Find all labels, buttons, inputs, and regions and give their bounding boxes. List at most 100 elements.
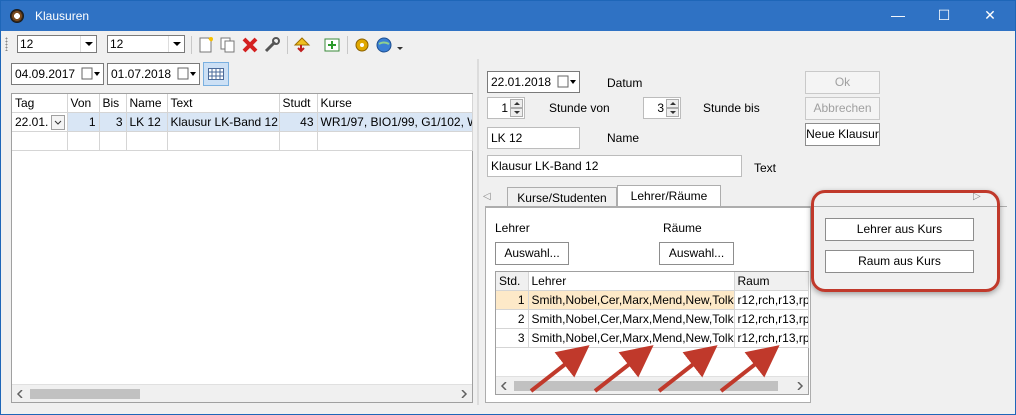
highlight-callout xyxy=(811,190,1000,292)
column-header[interactable]: Von xyxy=(67,94,100,113)
chevron-down-icon[interactable] xyxy=(50,114,65,130)
table-row[interactable]: 1 Smith,Nobel,Cer,Marx,Mend,New,Tolk r12… xyxy=(496,290,809,310)
name-field[interactable]: LK 12 xyxy=(487,127,580,149)
tab-scroll-left-icon[interactable]: ◁ xyxy=(483,191,491,202)
raeume-auswahl-button[interactable]: Auswahl... xyxy=(659,242,734,265)
toolbar: 12 12 xyxy=(1,31,1015,57)
new-klausur-button[interactable]: Neue Klausur xyxy=(805,123,880,146)
stunde-von-value: 1 xyxy=(501,101,508,115)
import-icon[interactable] xyxy=(293,36,311,54)
arrow-icon xyxy=(657,345,718,393)
tag-cell[interactable]: 22.01. xyxy=(12,112,68,132)
world-icon[interactable] xyxy=(375,36,393,54)
column-header[interactable]: Raum xyxy=(734,272,809,291)
scroll-left-icon[interactable] xyxy=(16,390,24,398)
datum-value: 22.01.2018 xyxy=(491,75,552,89)
arrow-icon xyxy=(719,345,780,393)
class-combo-value: 12 xyxy=(20,37,34,51)
chevron-down-icon[interactable] xyxy=(168,36,184,52)
raum-cell[interactable]: r12,rch,r13,rph xyxy=(734,290,809,310)
table-header: Std. Lehrer Raum xyxy=(496,272,809,291)
date-from-value: 04.09.2017 xyxy=(15,67,76,81)
column-header[interactable]: Text xyxy=(167,94,280,113)
table-row[interactable]: 2 Smith,Nobel,Cer,Marx,Mend,New,Tolk r12… xyxy=(496,309,809,329)
datum-label: Datum xyxy=(607,76,643,90)
date-from-picker[interactable]: 04.09.2017 xyxy=(11,63,104,85)
toolbar-grip[interactable] xyxy=(5,37,8,51)
von-cell[interactable]: 1 xyxy=(67,112,100,132)
horizontal-scrollbar[interactable] xyxy=(12,384,472,402)
scroll-right-icon[interactable] xyxy=(460,390,468,398)
maximize-button[interactable]: ☐ xyxy=(921,1,967,31)
std-cell[interactable]: 1 xyxy=(496,290,529,310)
toolbar-separator xyxy=(191,36,192,54)
bis-cell[interactable]: 3 xyxy=(99,112,127,132)
studt-cell[interactable]: 43 xyxy=(279,112,318,132)
column-header[interactable]: Kurse xyxy=(317,94,473,113)
cancel-button[interactable]: Abbrechen xyxy=(805,97,880,120)
toolbar-separator xyxy=(287,36,288,54)
raum-aus-kurs-button[interactable]: Raum aus Kurs xyxy=(825,250,974,273)
column-header[interactable]: Name xyxy=(126,94,168,113)
calendar-view-button[interactable] xyxy=(203,62,229,86)
datum-picker[interactable]: 22.01.2018 xyxy=(487,71,580,93)
name-label: Name xyxy=(607,131,640,145)
raum-cell[interactable]: r12,rch,r13,rph xyxy=(734,309,809,329)
column-header[interactable]: Std. xyxy=(496,272,529,291)
column-header[interactable]: Bis xyxy=(99,94,127,113)
table-row[interactable]: 22.01. 1 3 LK 12 Klausur LK-Band 12 43 W… xyxy=(12,112,473,132)
kurse-cell[interactable]: WR1/97, BIO1/99, G1/102, W xyxy=(317,112,473,132)
column-header[interactable]: Tag xyxy=(12,94,68,113)
arrow-icon xyxy=(593,345,654,393)
date-to-picker[interactable]: 01.07.2018 xyxy=(107,63,200,85)
annotation-arrows xyxy=(529,345,780,393)
date-to-value: 01.07.2018 xyxy=(111,67,172,81)
stunde-von-label: Stunde von xyxy=(549,101,610,115)
spin-up-icon[interactable] xyxy=(510,99,523,108)
calendar-dropdown-icon[interactable] xyxy=(177,67,197,81)
raeume-label: Räume xyxy=(663,221,702,235)
grade-combo-value: 12 xyxy=(110,37,124,51)
calendar-dropdown-icon[interactable] xyxy=(557,75,577,89)
window: Klausuren — ☐ ✕ 12 12 04.09.2017 01.07.2… xyxy=(0,0,1016,415)
stunde-von-spinner[interactable]: 1 xyxy=(487,97,525,119)
lehrer-auswahl-button[interactable]: Auswahl... xyxy=(495,242,569,265)
tools-icon[interactable] xyxy=(263,36,281,54)
lehrer-aus-kurs-button[interactable]: Lehrer aus Kurs xyxy=(825,218,974,241)
table-header: Tag Von Bis Name Text Studt Kurse xyxy=(12,94,473,113)
calendar-dropdown-icon[interactable] xyxy=(81,67,101,81)
panel-splitter[interactable] xyxy=(477,59,479,405)
arrow-icon xyxy=(529,345,590,393)
toolbar-separator xyxy=(347,36,348,54)
window-title: Klausuren xyxy=(35,9,90,23)
name-cell[interactable]: LK 12 xyxy=(126,112,168,132)
chevron-down-icon[interactable] xyxy=(80,36,96,52)
table-row-empty[interactable] xyxy=(12,131,473,151)
std-cell[interactable]: 2 xyxy=(496,309,529,329)
stunde-bis-label: Stunde bis xyxy=(703,101,760,115)
close-button[interactable]: ✕ xyxy=(967,1,1013,31)
spin-down-icon[interactable] xyxy=(666,108,679,117)
scroll-left-icon[interactable] xyxy=(500,382,508,390)
lehrer-cell[interactable]: Smith,Nobel,Cer,Marx,Mend,New,Tolk xyxy=(528,309,735,329)
column-header[interactable]: Studt xyxy=(279,94,318,113)
new-document-icon[interactable] xyxy=(197,36,215,54)
text-cell[interactable]: Klausur LK-Band 12 xyxy=(167,112,280,132)
ok-button[interactable]: Ok xyxy=(805,71,880,94)
class-combo[interactable]: 12 xyxy=(17,35,97,53)
lehrer-cell[interactable]: Smith,Nobel,Cer,Marx,Mend,New,Tolk xyxy=(528,290,735,310)
spin-down-icon[interactable] xyxy=(510,108,523,117)
column-header[interactable]: Lehrer xyxy=(528,272,735,291)
export-icon[interactable] xyxy=(323,36,341,54)
copy-icon[interactable] xyxy=(219,36,237,54)
spin-up-icon[interactable] xyxy=(666,99,679,108)
text-field[interactable]: Klausur LK-Band 12 xyxy=(487,155,742,177)
delete-icon[interactable] xyxy=(241,36,259,54)
scroll-thumb[interactable] xyxy=(30,389,140,399)
minimize-button[interactable]: — xyxy=(875,1,921,31)
settings-gear-icon[interactable] xyxy=(353,36,371,54)
grade-combo[interactable]: 12 xyxy=(107,35,185,53)
overflow-arrow-icon[interactable] xyxy=(395,42,405,52)
stunde-bis-spinner[interactable]: 3 xyxy=(643,97,681,119)
title-bar[interactable]: Klausuren — ☐ ✕ xyxy=(1,1,1015,31)
